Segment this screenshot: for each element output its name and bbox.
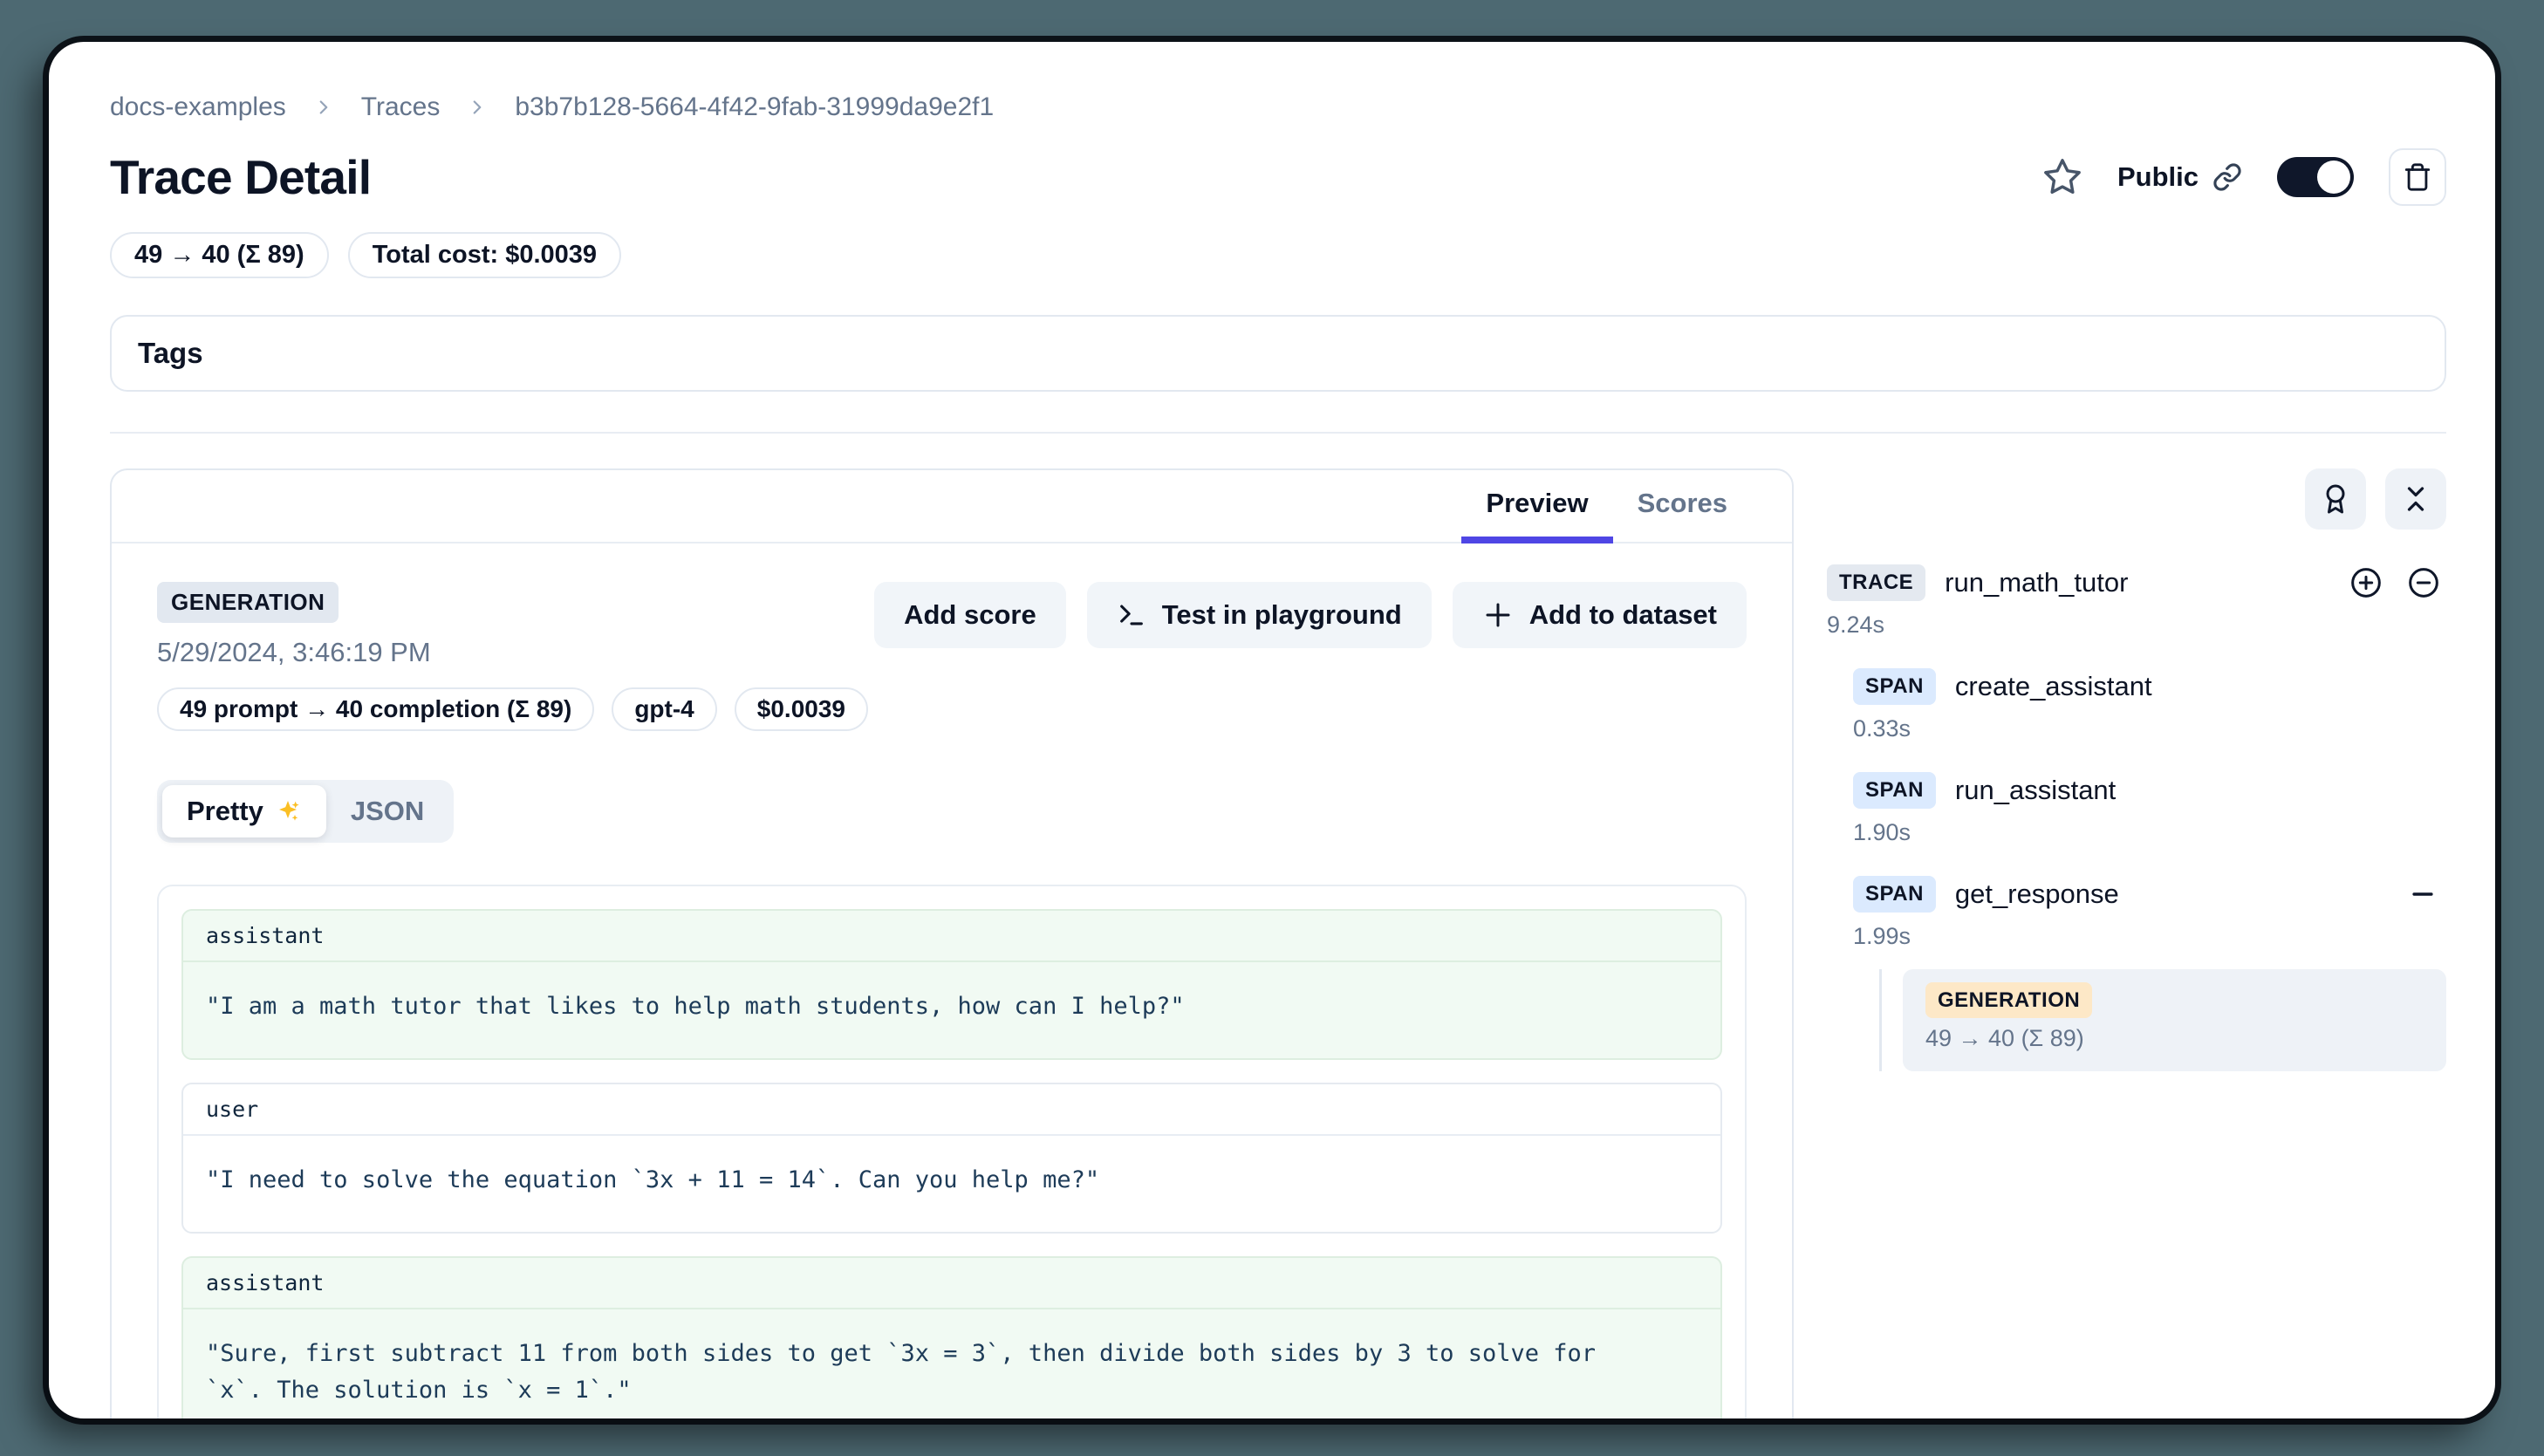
delete-trace-button[interactable] (2389, 148, 2446, 206)
zoom-out-icon[interactable] (2406, 565, 2441, 600)
award-icon (2320, 483, 2351, 515)
tags-label: Tags (138, 337, 203, 370)
tree-node-span[interactable]: SPAN get_response 1.99s (1853, 876, 2446, 950)
message-content: "I am a math tutor that likes to help ma… (183, 962, 1666, 1058)
star-icon[interactable] (2042, 157, 2082, 197)
generation-badge: GENERATION (1925, 982, 2092, 1018)
messages-container: assistant "I am a math tutor that likes … (157, 885, 1747, 1418)
message-content: "Sure, first subtract 11 from both sides… (183, 1309, 1666, 1418)
add-score-button[interactable]: Add score (874, 582, 1066, 648)
span-duration: 1.90s (1853, 819, 2446, 846)
view-mode-json[interactable]: JSON (326, 785, 448, 837)
trash-icon (2403, 162, 2432, 192)
chevron-right-icon (312, 96, 335, 119)
span-badge: SPAN (1853, 668, 1936, 705)
tree-node-generation-selected[interactable]: GENERATION 49 → 40 (Σ 89) (1903, 969, 2446, 1071)
cost-badge: $0.0039 (735, 687, 868, 731)
observation-meta: GENERATION 5/29/2024, 3:46:19 PM 49 prom… (157, 582, 868, 731)
span-name: get_response (1955, 878, 2119, 910)
collapse-node-icon[interactable] (2408, 879, 2446, 909)
public-toggle[interactable] (2277, 157, 2354, 197)
chevrons-collapse-icon (2400, 483, 2431, 515)
observation-card: Preview Scores GENERATION 5/29/2024, 3:4… (110, 468, 1794, 1418)
model-badge[interactable]: gpt-4 (612, 687, 716, 731)
collapse-all-button[interactable] (2385, 468, 2446, 530)
scores-annotate-button[interactable] (2305, 468, 2366, 530)
message-role: assistant (183, 911, 1720, 962)
page-title: Trace Detail (110, 149, 371, 205)
tree-node-trace[interactable]: TRACE run_math_tutor (1827, 564, 2446, 601)
breadcrumb-project[interactable]: docs-examples (110, 92, 286, 122)
message-assistant: assistant "I am a math tutor that likes … (181, 909, 1722, 1060)
span-name: run_assistant (1955, 775, 2116, 806)
tree-indent-guide: GENERATION 49 → 40 (Σ 89) (1879, 969, 2446, 1071)
message-user: user "I need to solve the equation `3x +… (181, 1083, 1722, 1234)
generation-metrics: 49 → 40 (Σ 89) (1925, 1025, 2424, 1052)
span-duration: 0.33s (1853, 715, 2446, 742)
breadcrumb-trace-id: b3b7b128-5664-4f42-9fab-31999da9e2f1 (515, 92, 994, 122)
summary-badges: 49 → 40 (Σ 89) Total cost: $0.0039 (110, 232, 2446, 278)
view-mode-toggle: Pretty JSON (157, 780, 454, 843)
trace-duration: 9.24s (1827, 612, 2446, 639)
tags-card[interactable]: Tags (110, 315, 2446, 392)
span-badge: SPAN (1853, 772, 1936, 809)
tab-bar: Preview Scores (112, 470, 1792, 543)
span-name: create_assistant (1955, 671, 2152, 702)
plus-icon (1482, 599, 1514, 631)
chevron-right-icon (466, 96, 489, 119)
terminal-icon (1117, 600, 1146, 630)
generation-type-badge: GENERATION (157, 582, 339, 623)
message-role: user (183, 1084, 1720, 1136)
test-in-playground-button[interactable]: Test in playground (1087, 582, 1432, 648)
tree-node-span[interactable]: SPAN run_assistant 1.90s (1853, 772, 2446, 846)
trace-tree-panel: TRACE run_math_tutor 9.24s (1827, 468, 2446, 1071)
message-content: "I need to solve the equation `3x + 11 =… (183, 1136, 1666, 1232)
app-window: docs-examples Traces b3b7b128-5664-4f42-… (49, 42, 2495, 1418)
observation-timestamp: 5/29/2024, 3:46:19 PM (157, 637, 868, 668)
usage-badge: 49 prompt → 40 completion (Σ 89) (157, 687, 594, 731)
message-assistant: assistant "Sure, first subtract 11 from … (181, 1256, 1722, 1418)
tab-preview[interactable]: Preview (1461, 470, 1612, 543)
sparkles-icon (274, 797, 302, 825)
tree-node-span[interactable]: SPAN create_assistant 0.33s (1853, 668, 2446, 742)
trace-badge: TRACE (1827, 564, 1925, 601)
header-controls: Public (2042, 148, 2446, 206)
zoom-in-icon[interactable] (2349, 565, 2383, 600)
message-role: assistant (183, 1258, 1720, 1309)
breadcrumb: docs-examples Traces b3b7b128-5664-4f42-… (110, 92, 2446, 122)
section-divider (110, 432, 2446, 434)
span-duration: 1.99s (1853, 923, 2446, 950)
toggle-knob (2317, 161, 2350, 194)
link-icon[interactable] (2212, 162, 2242, 192)
add-to-dataset-button[interactable]: Add to dataset (1453, 582, 1747, 648)
breadcrumb-traces[interactable]: Traces (361, 92, 441, 122)
public-link: Public (2117, 161, 2242, 193)
tab-scores[interactable]: Scores (1613, 470, 1752, 543)
observation-actions: Add score Test in playground (874, 582, 1747, 648)
total-cost-badge: Total cost: $0.0039 (348, 232, 621, 278)
trace-name: run_math_tutor (1945, 567, 2128, 598)
token-usage-badge: 49 → 40 (Σ 89) (110, 232, 329, 278)
span-badge: SPAN (1853, 876, 1936, 913)
view-mode-pretty[interactable]: Pretty (162, 785, 326, 837)
public-label: Public (2117, 161, 2199, 193)
